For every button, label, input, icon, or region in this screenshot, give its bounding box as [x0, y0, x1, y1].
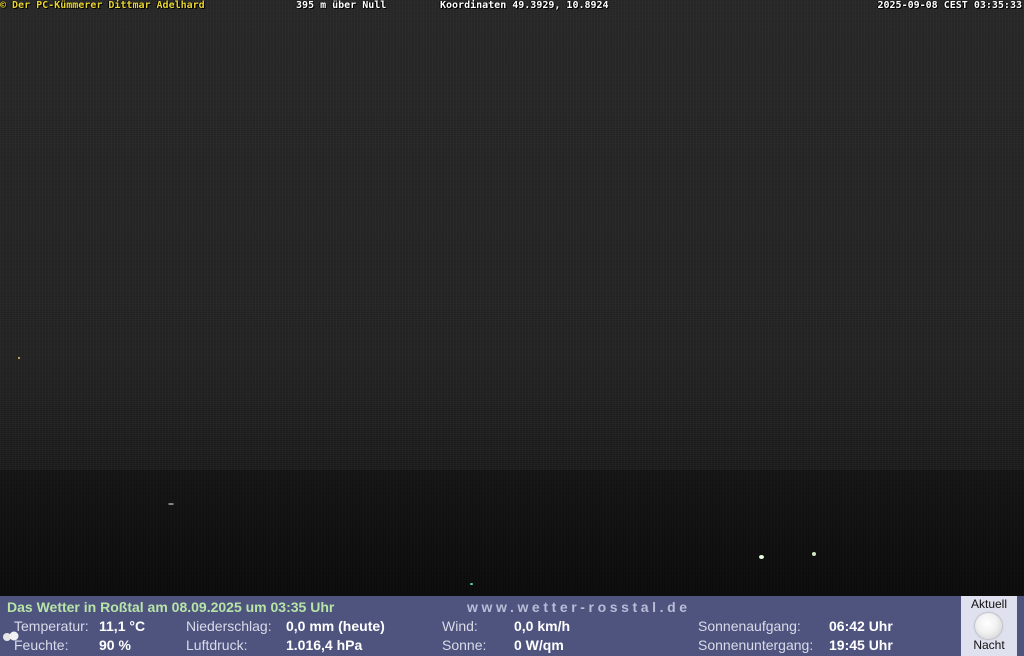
temperature-label: Temperatur:	[14, 618, 89, 634]
website-link[interactable]: www.wetter-rosstal.de	[467, 599, 691, 615]
altitude-readout: 395 m über Null	[296, 0, 387, 11]
light-point	[18, 357, 20, 359]
light-point	[168, 503, 174, 505]
sunset-label: Sonnenuntergang:	[698, 637, 814, 653]
sunrise-label: Sonnenaufgang:	[698, 618, 801, 634]
cloud-icon	[3, 631, 19, 641]
temperature-value: 11,1 °C	[99, 618, 146, 634]
light-point	[759, 555, 764, 559]
sun-label: Sonne:	[442, 637, 487, 653]
capture-timestamp: 2025-09-08 CEST 03:35:33	[877, 0, 1023, 11]
pressure-label: Luftdruck:	[186, 637, 248, 653]
coordinates-readout: Koordinaten 49.3929, 10.8924	[440, 0, 609, 11]
moon-night-label: Nacht	[973, 638, 1005, 652]
precipitation-label: Niederschlag:	[186, 618, 272, 634]
precipitation-value: 0,0 mm (heute)	[286, 618, 385, 634]
sunrise-value: 06:42 Uhr	[829, 618, 893, 634]
wind-value: 0,0 km/h	[514, 618, 571, 634]
pressure-value: 1.016,4 hPa	[286, 637, 363, 653]
light-point	[470, 583, 473, 585]
sun-value: 0 W/qm	[514, 637, 564, 653]
humidity-label: Feuchte:	[14, 637, 69, 653]
humidity-value: 90 %	[99, 637, 131, 653]
webcam-image	[0, 0, 1024, 596]
moon-icon	[975, 613, 1002, 639]
weather-info-bar: Das Wetter in Roßtal am 08.09.2025 um 03…	[0, 596, 1024, 656]
light-point	[812, 552, 816, 556]
wind-label: Wind:	[442, 618, 478, 634]
moon-phase-box: Aktuell Nacht	[961, 596, 1017, 656]
weather-title: Das Wetter in Roßtal am 08.09.2025 um 03…	[7, 599, 335, 615]
moon-current-label: Aktuell	[970, 597, 1008, 611]
dark-foreground	[0, 470, 1024, 596]
sunset-value: 19:45 Uhr	[829, 637, 893, 653]
copyright-credit: © Der PC-Kümmerer Dittmar Adelhard	[0, 0, 205, 11]
webcam-page: © Der PC-Kümmerer Dittmar Adelhard 395 m…	[0, 0, 1024, 656]
